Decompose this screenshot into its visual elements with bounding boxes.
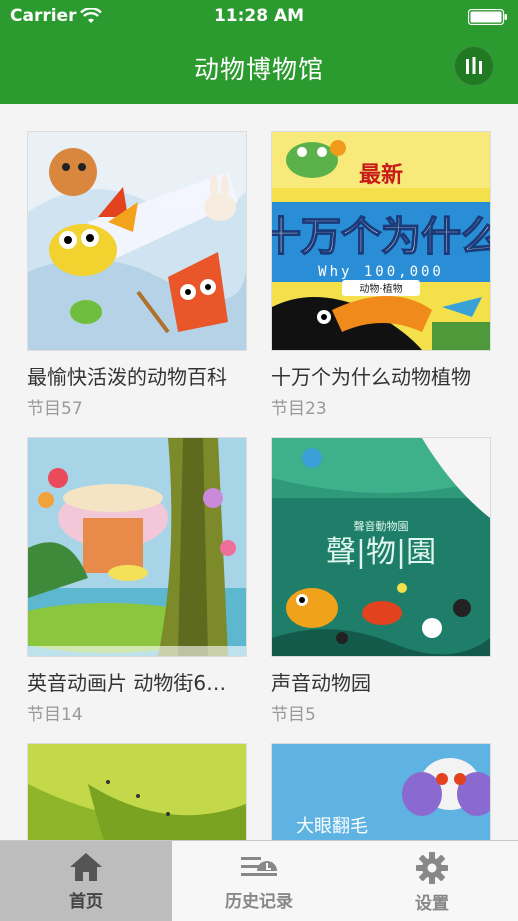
cover-tag: 动物·植物: [359, 282, 402, 295]
history-icon: [241, 857, 277, 876]
album-card[interactable]: [27, 743, 247, 840]
gear-icon: [416, 852, 448, 884]
nav-header: Carrier 11:28 AM 动物博物馆: [0, 0, 518, 104]
tab-settings[interactable]: 设置: [346, 841, 518, 921]
tab-label: 设置: [415, 894, 449, 914]
album-episodes: 节目23: [271, 399, 327, 419]
album-title: 英音动画片 动物街6…: [27, 671, 227, 695]
album-grid: 最愉快活泼的动物百科 节目57 最新 十万个为什么 Why 100,000 动物…: [0, 104, 518, 840]
album-cover: [27, 131, 247, 351]
album-episodes: 节目57: [27, 399, 83, 419]
album-card[interactable]: 聲|物|園 聲音動物園 声音动物园 节目5: [271, 437, 491, 725]
now-playing-button[interactable]: [454, 46, 494, 86]
equalizer-icon: [466, 57, 482, 74]
tab-bar: 首页 历史记录 设置: [0, 840, 518, 921]
cover-title: 十万个为什么: [272, 214, 490, 260]
album-episodes: 节目14: [27, 705, 83, 725]
album-title: 十万个为什么动物植物: [271, 365, 471, 389]
tab-home[interactable]: 首页: [0, 841, 172, 921]
cover-latin: Why 100,000: [318, 264, 444, 280]
battery-icon: [468, 9, 507, 25]
home-icon: [70, 853, 102, 881]
status-time: 11:28 AM: [213, 6, 305, 26]
cover-title: 大眼翻毛: [296, 816, 368, 837]
album-card[interactable]: 最愉快活泼的动物百科 节目57: [27, 131, 247, 419]
cover-title: 聲|物|園: [326, 535, 436, 570]
album-cover: [27, 743, 247, 840]
album-card[interactable]: 大眼翻毛: [271, 743, 491, 840]
album-cover: 聲|物|園 聲音動物園: [271, 437, 491, 657]
album-cover: 大眼翻毛: [271, 743, 491, 840]
album-card[interactable]: 最新 十万个为什么 Why 100,000 动物·植物 十万个为什么动物植物 节…: [271, 131, 491, 419]
album-card[interactable]: 英音动画片 动物街6… 节目14: [27, 437, 247, 725]
cover-subtitle: 聲音動物園: [354, 519, 409, 533]
album-cover: [27, 437, 247, 657]
album-episodes: 节目5: [271, 705, 316, 725]
cover-badge: 最新: [359, 162, 403, 188]
tab-label: 首页: [69, 892, 103, 912]
album-cover: 最新 十万个为什么 Why 100,000 动物·植物: [271, 131, 491, 351]
album-title: 声音动物园: [271, 671, 371, 695]
tab-label: 历史记录: [225, 892, 293, 912]
album-title: 最愉快活泼的动物百科: [27, 365, 227, 389]
status-bar: Carrier 11:28 AM: [0, 0, 518, 34]
page-title: 动物博物馆: [193, 55, 324, 84]
tab-history[interactable]: 历史记录: [173, 841, 345, 921]
